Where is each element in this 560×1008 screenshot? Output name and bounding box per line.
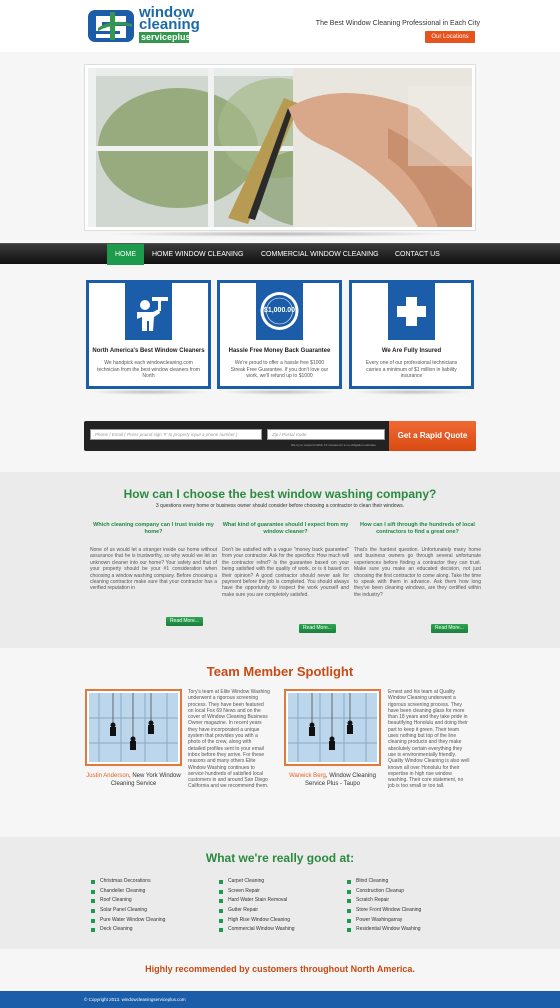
phone-email-input[interactable]: Phone / Email ( Press pound sign '#' to … (90, 429, 262, 440)
service-item[interactable]: Deck Cleaning (91, 925, 211, 935)
choose-column: How can I sift through the hundreds of l… (354, 522, 481, 598)
services-column: Christmas Decorations Chandelier Cleanin… (91, 877, 211, 935)
service-item[interactable]: Construction Cleanup (347, 887, 467, 897)
service-item[interactable]: Hard Water Stain Removal (219, 896, 339, 906)
service-item[interactable]: Gutter Repair (219, 906, 339, 916)
zip-code-input[interactable]: Zip / Postal Code (267, 429, 385, 440)
money-seal-icon: $1,000.00 (256, 283, 303, 340)
quote-bar: Phone / Email ( Press pound sign '#' to … (84, 421, 476, 451)
card-shadow (221, 389, 339, 395)
team-heading: Team Member Spotlight (206, 664, 354, 679)
service-item[interactable]: Chandelier Cleaning (91, 887, 211, 897)
service-item[interactable]: Power Washingarray (347, 916, 467, 926)
team-member-bio: Ernest and his team at Quality Window Cl… (388, 689, 470, 790)
team-caption: Justin Anderson, New York Window Cleanin… (85, 772, 182, 788)
hero-shadow (104, 231, 456, 237)
team-caption: Warwick Berg, Window Cleaning Service Pl… (284, 772, 381, 788)
service-item[interactable]: Roof Cleaning (91, 896, 211, 906)
logo-text-cleaning[interactable]: cleaning (139, 17, 200, 32)
services-column: Blind Cleaning Construction Cleanup Scra… (347, 877, 467, 935)
team-member-name[interactable]: Justin Anderson (86, 773, 129, 779)
read-more-button[interactable]: Read More... (299, 624, 336, 633)
logo-icon[interactable] (88, 8, 136, 44)
card-shadow (353, 389, 471, 395)
hero-image (88, 68, 472, 227)
nav-contact-us[interactable]: CONTACT US (395, 244, 440, 265)
choose-heading: How can I choose the best window washing… (123, 487, 437, 501)
service-item[interactable]: Residential Window Washing (347, 925, 467, 935)
choose-text: Don't be satisfied with a vague "money b… (222, 547, 349, 598)
team-member-bio: Tory's team at Elite Window Washing unde… (188, 689, 270, 790)
window-cleaner-icon (125, 283, 172, 340)
read-more-button[interactable]: Read More... (431, 624, 468, 633)
card-shadow (90, 389, 208, 395)
team-member-name[interactable]: Warwick Berg (289, 773, 326, 779)
nav-commercial-window-cleaning[interactable]: COMMERCIAL WINDOW CLEANING (261, 244, 379, 265)
choose-text: None of us would let a stranger inside o… (90, 547, 217, 592)
feature-title: Hassle Free Money Back Guarantee (228, 348, 331, 354)
feature-title: North America's Best Window Cleaners (92, 348, 205, 354)
site-header: window cleaning serviceplus The Best Win… (0, 0, 560, 52)
feature-text: Every one of our professional technician… (365, 360, 458, 379)
choose-question: Which cleaning company can I trust insid… (93, 522, 214, 535)
services-heading: What we're really good at: (205, 851, 355, 865)
choose-question: What kind of guarantee should I expect f… (222, 522, 349, 535)
service-item[interactable]: Scratch Repair (347, 896, 467, 906)
hero-image-frame (84, 64, 476, 231)
service-item[interactable]: Christmas Decorations (91, 877, 211, 887)
service-item[interactable]: Screen Repair (219, 887, 339, 897)
logo-text-serviceplus[interactable]: serviceplus (139, 32, 191, 43)
main-nav: HOME HOME WINDOW CLEANING COMMERCIAL WIN… (0, 243, 560, 265)
choose-subheading: 3 questions every home or business owner… (155, 503, 405, 509)
nav-home[interactable]: HOME (107, 244, 144, 265)
service-item[interactable]: Store Front Window Cleaning (347, 906, 467, 916)
team-photo-warwick (284, 689, 381, 766)
recommendation-banner: Highly recommended by customers througho… (145, 964, 415, 974)
choose-question: How can I sift through the hundreds of l… (360, 522, 475, 535)
feature-text: We handpick each windowcleaning.com tech… (97, 360, 200, 379)
choose-column: Which cleaning company can I trust insid… (90, 522, 217, 592)
service-item[interactable]: Pure Water Window Cleaning (91, 916, 211, 926)
nav-home-window-cleaning[interactable]: HOME WINDOW CLEANING (152, 244, 243, 265)
feature-card-best-cleaners: North America's Best Window Cleaners We … (86, 280, 211, 389)
feature-card-insured: We Are Fully Insured Every one of our pr… (349, 280, 474, 389)
choose-column: What kind of guarantee should I expect f… (222, 522, 349, 598)
get-rapid-quote-button[interactable]: Get a Rapid Quote (389, 421, 476, 451)
medical-cross-icon (388, 283, 435, 340)
service-item[interactable]: Carpet Cleaning (219, 877, 339, 887)
team-photo-justin (85, 689, 182, 766)
service-item[interactable]: Blind Cleaning (347, 877, 467, 887)
our-locations-button[interactable]: Our Locations (425, 31, 475, 43)
feature-text: We're proud to offer a hassle free $1000… (230, 360, 329, 379)
service-item[interactable]: Solar Panel Cleaning (91, 906, 211, 916)
feature-card-money-back: $1,000.00 Hassle Free Money Back Guarant… (217, 280, 342, 389)
service-item[interactable]: High Rise Window Cleaning (219, 916, 339, 926)
choose-text: That's the hardest question. Unfortunate… (354, 547, 481, 598)
service-item[interactable]: Commercial Window Washing (219, 925, 339, 935)
quote-note: We try to respond within 10 minutes for … (291, 443, 376, 447)
feature-title: We Are Fully Insured (381, 348, 442, 354)
money-seal-amount: $1,000.00 (263, 307, 296, 314)
footer-copyright: © Copyright 2013. windowcleaningservicep… (0, 991, 560, 1008)
services-column: Carpet Cleaning Screen Repair Hard Water… (219, 877, 339, 935)
read-more-button[interactable]: Read More... (166, 617, 203, 626)
header-tagline: The Best Window Cleaning Professional in… (315, 20, 480, 27)
